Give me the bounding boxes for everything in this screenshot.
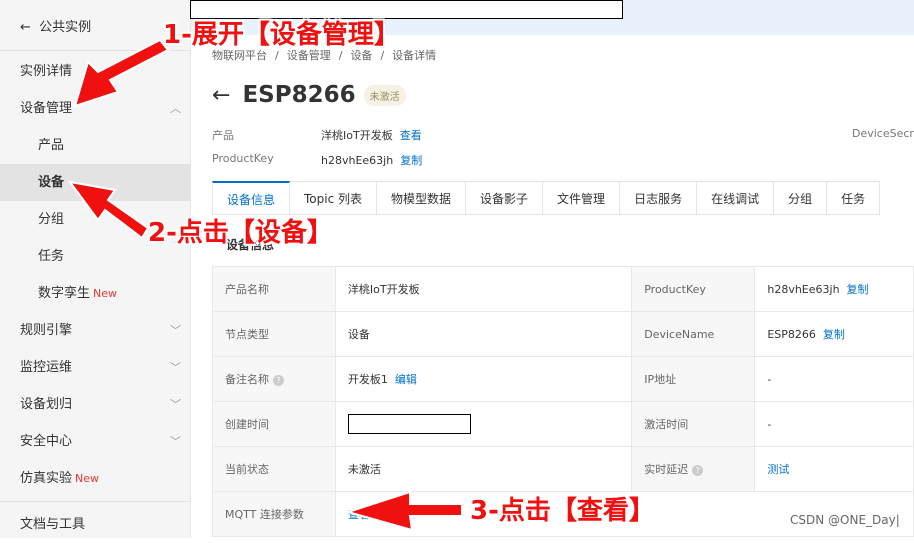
- watermark: CSDN @ONE_Day|: [790, 513, 900, 527]
- annotation-arrows: [67, 38, 463, 532]
- annotation-step-1: 1-展开【设备管理】: [163, 20, 400, 50]
- annotation-step-3: 3-点击【查看】: [470, 496, 655, 526]
- annotation-step-2: 2-点击【设备】: [148, 218, 333, 248]
- annotation-arrow-3: [344, 490, 463, 532]
- annotation-arrow-2: [67, 180, 150, 240]
- annotation-arrow-1: [73, 38, 170, 108]
